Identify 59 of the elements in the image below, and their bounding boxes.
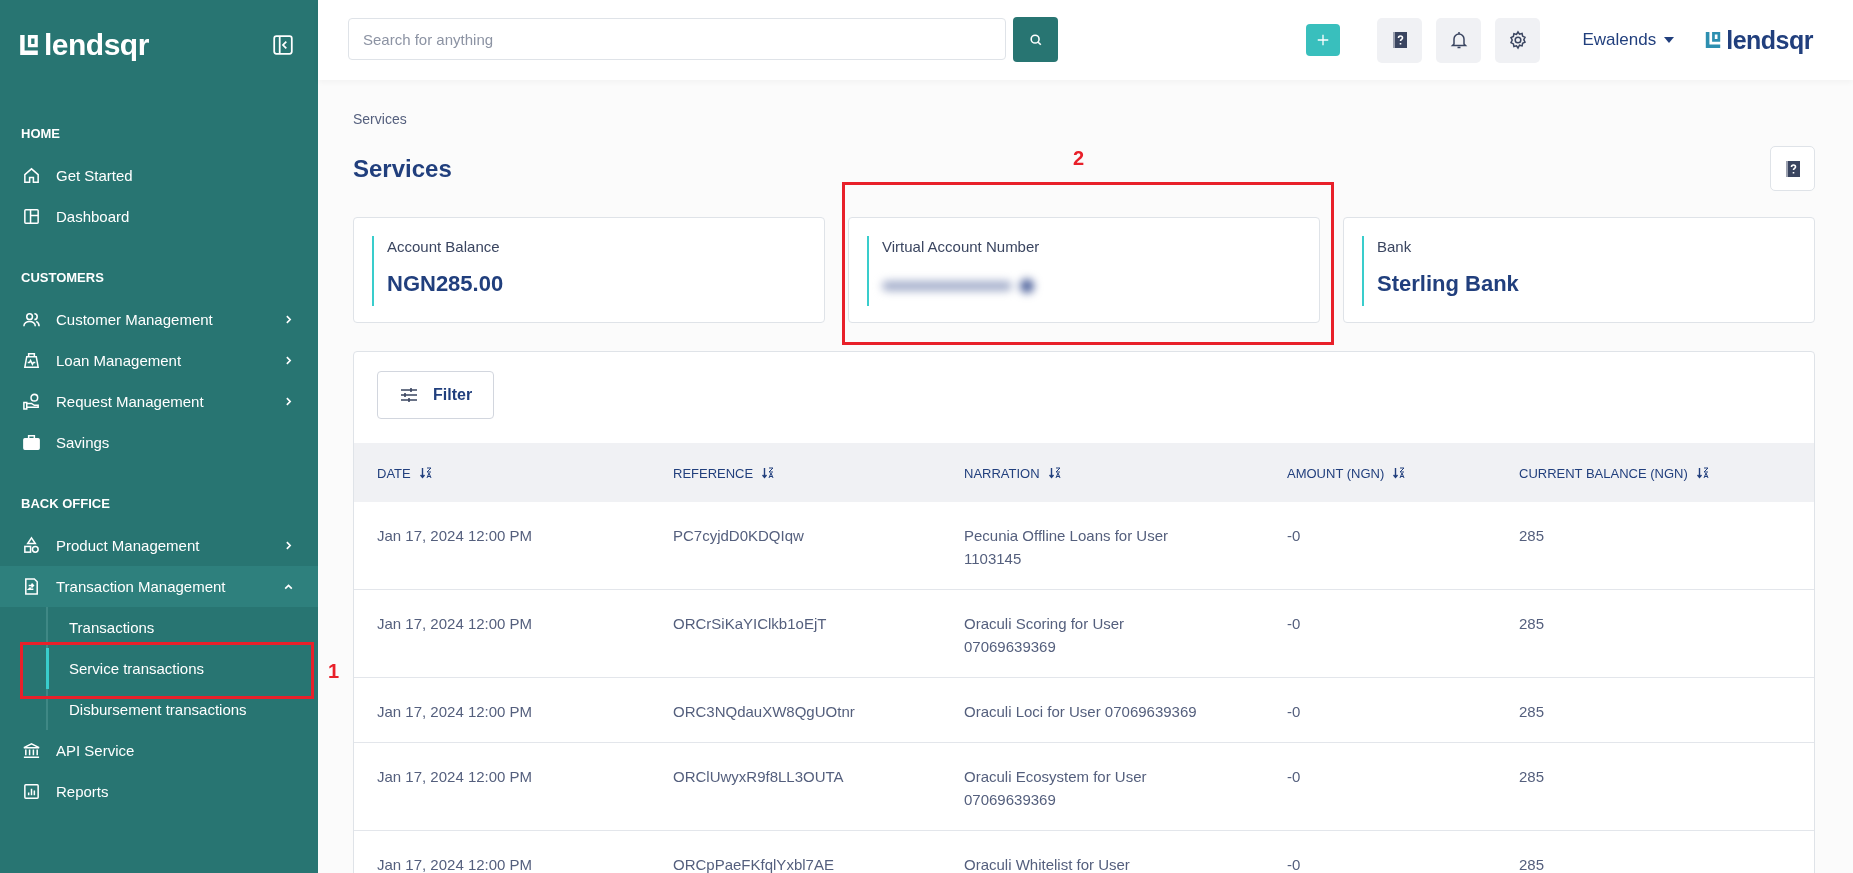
table-cell-text: ORC3NQdauXW8QgUOtnr: [673, 702, 855, 722]
nav-item[interactable]: Reports: [0, 771, 318, 812]
annotation-number: 1: [328, 660, 340, 683]
nav-item[interactable]: Customer Management: [0, 299, 318, 340]
table-cell-text: Jan 17, 2024 12:00 PM: [377, 767, 533, 787]
table-cell-text: Jan 17, 2024 12:00 PM: [377, 526, 533, 546]
search-field[interactable]: Search for anything: [348, 18, 1006, 60]
section-heading: CUSTOMERS: [20, 269, 105, 287]
column-header[interactable]: CURRENT BALANCE (NGN): [1519, 465, 1688, 481]
column-header[interactable]: DATE: [377, 465, 411, 481]
table-cell-text: -0: [1287, 767, 1301, 787]
table-cell-text: -0: [1287, 702, 1301, 722]
nav-item[interactable]: Savings: [0, 422, 318, 463]
section-heading: BACK OFFICE: [20, 495, 111, 513]
submenu-item[interactable]: Disbursement transactions: [46, 689, 318, 730]
nav-item[interactable]: Dashboard: [0, 196, 318, 237]
annotation-number: 2: [1073, 147, 1085, 170]
filter-button[interactable]: Filter: [377, 371, 495, 419]
card-label: Account Balance: [387, 237, 501, 255]
table-cell-text: ORClUwyxR9f8LL3OUTA: [673, 767, 844, 787]
table-cell-text: Jan 17, 2024 12:00 PM: [377, 614, 533, 634]
section-heading: HOME: [20, 125, 61, 143]
table-cell-text: Oraculi Ecosystem for User 07069639369: [964, 767, 1148, 810]
nav-item[interactable]: Request Management: [0, 381, 318, 422]
table-cell-text: Oraculi Loci for User 07069639369: [964, 702, 1198, 722]
card-value: NGN285.00: [387, 271, 504, 297]
table-cell-text: 285: [1519, 526, 1545, 546]
table-cell-text: Pecunia Offline Loans for User 1103145: [964, 526, 1169, 569]
brand-name: lendsqr: [1726, 25, 1813, 55]
nav-item[interactable]: Loan Management: [0, 340, 318, 381]
table-cell-text: -0: [1287, 526, 1301, 546]
nav-item[interactable]: Product Management: [0, 525, 318, 566]
table-cell-text: ORCpPaeFKfqlYxbl7AE: [673, 855, 834, 873]
table-cell-text: Oraculi Scoring for User 07069639369: [964, 614, 1126, 657]
table-cell-text: 285: [1519, 855, 1545, 873]
card-label: Virtual Account Number: [882, 237, 1041, 255]
table-cell-text: Oraculi Whitelist for User: [964, 855, 1131, 873]
table-cell-text: Jan 17, 2024 12:00 PM: [377, 702, 533, 722]
column-header[interactable]: NARRATION: [964, 465, 1040, 481]
column-header[interactable]: AMOUNT (NGN): [1287, 465, 1385, 481]
column-header[interactable]: REFERENCE: [673, 465, 754, 481]
nav-item[interactable]: Get Started: [0, 155, 318, 196]
card-label: Bank: [1377, 237, 1413, 255]
card-value: Sterling Bank: [1377, 271, 1519, 297]
brand-name: lendsqr: [44, 30, 149, 60]
table-cell-text: 285: [1519, 767, 1545, 787]
submenu-item[interactable]: Transactions: [46, 607, 318, 648]
breadcrumb[interactable]: Services: [353, 111, 407, 127]
table-cell-text: -0: [1287, 855, 1301, 873]
nav-item[interactable]: Transaction Management: [0, 566, 318, 607]
table-cell-text: 285: [1519, 702, 1545, 722]
table-cell-text: 285: [1519, 614, 1545, 634]
page-title: Services: [353, 154, 452, 183]
user-menu[interactable]: Ewalends: [1576, 29, 1681, 51]
table-cell-text: Jan 17, 2024 12:00 PM: [377, 855, 533, 873]
table-cell-text: -0: [1287, 614, 1301, 634]
table-cell-text: PC7cyjdD0KDQIqw: [673, 526, 804, 546]
nav-item[interactable]: API Service: [0, 730, 318, 771]
table-cell-text: ORCrSiKaYIClkb1oEjT: [673, 614, 827, 634]
